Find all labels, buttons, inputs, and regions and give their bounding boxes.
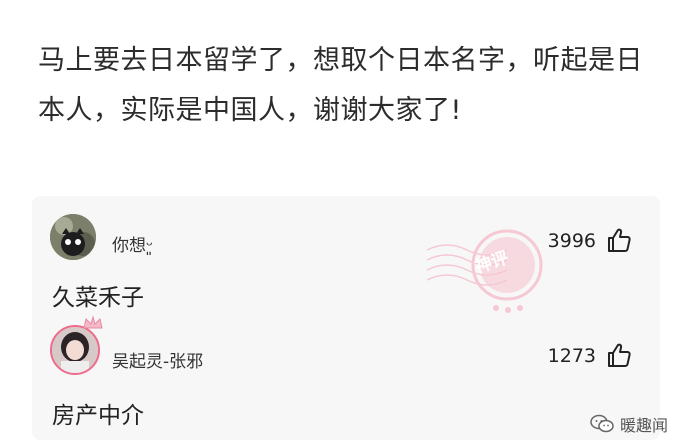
- comment-text: 房产中介: [52, 403, 144, 429]
- like-count: 1273: [547, 345, 596, 367]
- post-text-line-1: 马上要去日本留学了，想取个日本名字，听起是日: [38, 45, 643, 76]
- watermark-label: 暖趣闻: [619, 416, 668, 435]
- post-page: 马上要去日本留学了，想取个日本名字，听起是日 本人，实际是中国人，谢谢大家了! …: [0, 0, 690, 448]
- crown-icon: [83, 316, 103, 329]
- wechat-icon: [590, 414, 614, 433]
- watermark: 暖趣闻: [590, 412, 668, 436]
- thumbs-up-icon[interactable]: [606, 227, 632, 253]
- comment-username[interactable]: 吴起灵-张邪: [112, 347, 203, 372]
- post-text-line-2: 本人，实际是中国人，谢谢大家了!: [38, 95, 462, 126]
- post-content: 马上要去日本留学了，想取个日本名字，听起是日 本人，实际是中国人，谢谢大家了!: [38, 36, 658, 136]
- avatar[interactable]: [50, 325, 100, 375]
- avatar[interactable]: [50, 214, 96, 260]
- comment-username[interactable]: 你想ᵕ͈: [112, 231, 153, 256]
- comment-list: 神评 你想ᵕ͈ 3996 久菜禾子 吴起灵-张邪 1273 房产中介: [32, 196, 660, 440]
- comment-item: 你想ᵕ͈ 3996 久菜禾子: [32, 196, 660, 312]
- like-count: 3996: [547, 230, 596, 252]
- avatar-image-icon: [50, 214, 96, 260]
- comment-text: 久菜禾子: [52, 285, 144, 311]
- avatar-image-icon: [52, 327, 98, 373]
- comment-item: 吴起灵-张邪 1273 房产中介: [32, 312, 660, 440]
- thumbs-up-icon[interactable]: [606, 342, 632, 368]
